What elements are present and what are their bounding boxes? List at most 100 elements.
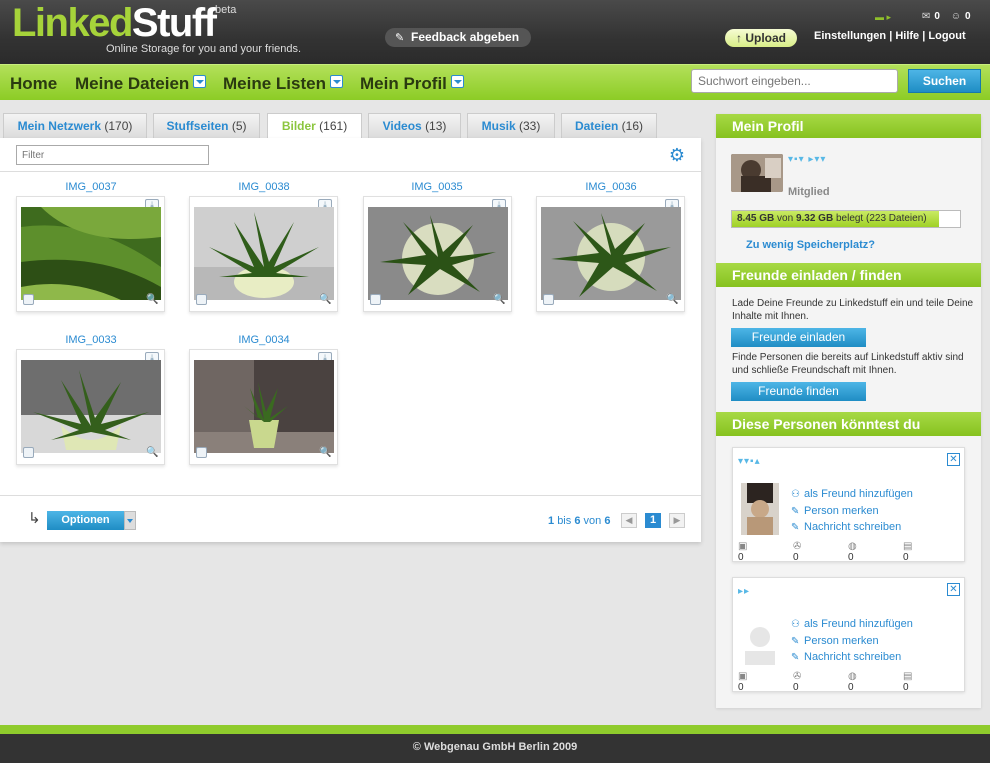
- header-counters: ✉ 0 ☺ 0: [922, 11, 971, 22]
- zoom-icon[interactable]: 🔍: [319, 294, 331, 306]
- bookmark-person-link[interactable]: ✎ Person merken: [791, 635, 879, 647]
- tab-mein-netzwerk[interactable]: Mein Netzwerk (170): [3, 113, 147, 138]
- feedback-button[interactable]: ✎ Feedback abgeben: [385, 28, 531, 47]
- zoom-icon[interactable]: 🔍: [319, 447, 331, 459]
- image-card[interactable]: ⤓ 🔍: [16, 349, 165, 465]
- select-checkbox[interactable]: [23, 294, 34, 305]
- add-friend-link[interactable]: ⚇ als Freund hinzufügen: [791, 488, 913, 500]
- options-button[interactable]: Optionen: [47, 511, 124, 530]
- select-checkbox[interactable]: [23, 447, 34, 458]
- image-thumbnail[interactable]: [194, 207, 334, 300]
- suggestions-header: Diese Personen könntest du: [716, 412, 981, 436]
- nav-meine-dateien[interactable]: Meine Dateien: [75, 74, 207, 94]
- gear-icon[interactable]: ⚙: [667, 145, 687, 165]
- film-reel-icon: ✇: [793, 541, 802, 552]
- profile-header: Mein Profil: [716, 114, 981, 138]
- image-card[interactable]: ⤓ 🔍: [536, 196, 685, 312]
- image-title[interactable]: IMG_0033: [17, 334, 165, 346]
- image-card[interactable]: ⤓ 🔍: [16, 196, 165, 312]
- image-title[interactable]: IMG_0035: [363, 181, 511, 193]
- user-icon[interactable]: ☺: [951, 11, 961, 22]
- tab-musik[interactable]: Musik (33): [467, 113, 555, 138]
- image-thumbnail[interactable]: [21, 207, 161, 300]
- slogan: Online Storage for you and your friends.: [106, 43, 302, 55]
- pencil-icon: ✎: [395, 32, 405, 44]
- select-checkbox[interactable]: [196, 294, 207, 305]
- image-card[interactable]: ⤓ 🔍: [189, 196, 338, 312]
- stat-videos: ✇0: [793, 541, 802, 563]
- stat-music: ◍0: [848, 671, 857, 693]
- storage-text: 8.45 GB von 9.32 GB belegt (223 Dateien): [737, 213, 927, 224]
- settings-link[interactable]: Einstellungen: [814, 30, 886, 42]
- tab-bilder[interactable]: Bilder (161): [267, 113, 362, 139]
- image-title[interactable]: IMG_0038: [190, 181, 338, 193]
- help-link[interactable]: Hilfe: [895, 30, 919, 42]
- zoom-icon[interactable]: 🔍: [666, 294, 678, 306]
- write-message-link[interactable]: ✎ Nachricht schreiben: [791, 521, 901, 533]
- more-space-link[interactable]: Zu wenig Speicherplatz?: [746, 239, 875, 251]
- add-friend-link[interactable]: ⚇ als Freund hinzufügen: [791, 618, 913, 630]
- footer: © Webgenau GmbH Berlin 2009: [0, 734, 990, 763]
- close-icon[interactable]: ✕: [947, 583, 960, 596]
- avatar[interactable]: [731, 154, 783, 192]
- person-photo[interactable]: [741, 483, 779, 535]
- image-card[interactable]: ⤓ 🔍: [189, 349, 338, 465]
- logo[interactable]: LinkedStuff: [12, 1, 217, 46]
- image-thumbnail[interactable]: [541, 207, 681, 300]
- stat-videos: ✇0: [793, 671, 802, 693]
- tab-stuffseiten[interactable]: Stuffseiten (5): [153, 113, 260, 138]
- files-icon: ▤: [903, 541, 913, 552]
- page-number-button[interactable]: 1: [645, 513, 661, 528]
- stat-files: ▤0: [903, 541, 913, 563]
- zoom-icon[interactable]: 🔍: [146, 294, 158, 306]
- divider: [0, 495, 701, 496]
- chevron-down-icon[interactable]: [193, 75, 207, 88]
- write-message-link[interactable]: ✎ Nachricht schreiben: [791, 651, 901, 663]
- select-checkbox[interactable]: [196, 447, 207, 458]
- image-title[interactable]: IMG_0036: [537, 181, 685, 193]
- next-page-button[interactable]: ▶: [669, 513, 685, 528]
- person-name-redacted[interactable]: ▾▾▪▴: [738, 456, 761, 467]
- prev-page-button[interactable]: ◀: [621, 513, 637, 528]
- content-panel: ⚙ IMG_0037 ⤓ 🔍 IMG_0038 ⤓ 🔍 IMG_0035 ⤓ 🔍…: [0, 138, 701, 542]
- image-thumbnail[interactable]: [368, 207, 508, 300]
- image-title[interactable]: IMG_0037: [17, 181, 165, 193]
- zoom-icon[interactable]: 🔍: [146, 447, 158, 459]
- image-card[interactable]: ⤓ 🔍: [363, 196, 512, 312]
- stat-images: ▣0: [738, 541, 748, 563]
- tab-videos[interactable]: Videos (13): [368, 113, 461, 138]
- profile-name-redacted[interactable]: ▾▪▾ ▸▾▾: [788, 154, 826, 165]
- add-user-icon: ⚇: [791, 619, 800, 630]
- search-button[interactable]: Suchen: [908, 69, 981, 93]
- person-photo-placeholder[interactable]: [741, 613, 779, 665]
- select-checkbox[interactable]: [370, 294, 381, 305]
- invite-header: Freunde einladen / finden: [716, 263, 981, 287]
- pagination-info: 1 bis 6 von 6: [548, 515, 611, 527]
- arrow-return-icon: ↳: [28, 510, 41, 527]
- filter-input[interactable]: [16, 145, 209, 165]
- image-thumbnail[interactable]: [194, 360, 334, 453]
- bookmark-person-link[interactable]: ✎ Person merken: [791, 505, 879, 517]
- beta-label: beta: [215, 4, 237, 16]
- logout-link[interactable]: Logout: [928, 30, 965, 42]
- select-checkbox[interactable]: [543, 294, 554, 305]
- tab-dateien[interactable]: Dateien (16): [561, 113, 657, 138]
- upload-button[interactable]: ↑ Upload: [725, 29, 797, 47]
- invite-friends-button[interactable]: Freunde einladen: [731, 328, 866, 347]
- mail-icon[interactable]: ✉: [922, 11, 930, 22]
- nav-home[interactable]: Home: [10, 74, 57, 94]
- close-icon[interactable]: ✕: [947, 453, 960, 466]
- search-input[interactable]: [691, 69, 898, 93]
- chevron-down-icon[interactable]: [329, 75, 343, 88]
- storage-bar: 8.45 GB von 9.32 GB belegt (223 Dateien): [731, 210, 961, 228]
- nav-mein-profil[interactable]: Mein Profil: [360, 74, 464, 94]
- stat-music: ◍0: [848, 541, 857, 563]
- zoom-icon[interactable]: 🔍: [493, 294, 505, 306]
- nav-meine-listen[interactable]: Meine Listen: [223, 74, 343, 94]
- image-title[interactable]: IMG_0034: [190, 334, 338, 346]
- find-friends-button[interactable]: Freunde finden: [731, 382, 866, 401]
- chevron-down-icon[interactable]: [450, 75, 464, 88]
- person-name-redacted[interactable]: ▸▸: [738, 586, 750, 597]
- image-thumbnail[interactable]: [21, 360, 161, 453]
- chevron-down-icon[interactable]: [124, 511, 136, 530]
